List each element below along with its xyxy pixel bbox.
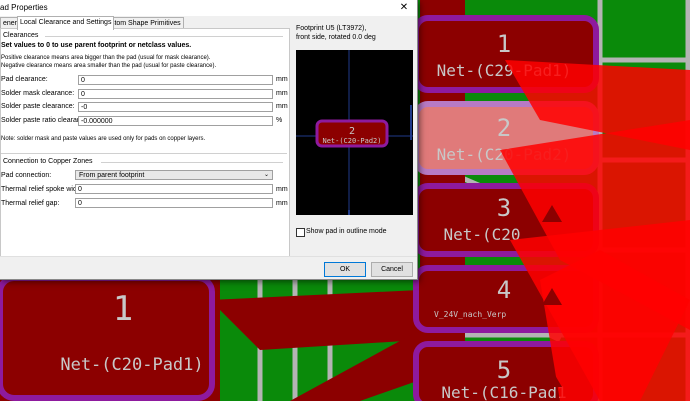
pad-clearance-label: Pad clearance: [1,76,48,83]
solder-paste-input[interactable]: -0 [78,102,273,112]
pad-large-number: 1 [113,289,133,329]
pad-connection-select[interactable]: From parent footprint ⌄ [75,170,273,180]
spoke-width-label: Thermal relief spoke width: [1,186,85,193]
zones-section-title: Connection to Copper Zones [3,158,93,165]
pad-4-net: V_24V_nach_Verp [434,310,506,319]
section-divider [1,153,287,154]
solder-mask-label: Solder mask clearance: [1,90,75,97]
preview-pad-net: Net-(C20-Pad2) [322,137,381,145]
pad-preview: 2 Net-(C20-Pad2) [296,50,413,215]
solder-mask-unit: mm [276,90,288,97]
dialog-title: ad Properties [0,3,48,12]
copper-layers-note: Note: solder mask and paste values are u… [1,136,206,142]
show-outline-checkbox[interactable] [296,228,305,237]
paste-ratio-input[interactable]: -0.000000 [78,116,273,126]
pad-2-number: 2 [497,114,511,142]
pad-clearance-unit: mm [276,76,288,83]
pad-3-number: 3 [497,194,511,222]
clearance-note-negative: Negative clearance means area smaller th… [1,63,217,69]
solder-mask-input[interactable]: 0 [78,89,273,99]
relief-gap-input[interactable]: 0 [75,198,273,208]
tab-local-clearance[interactable]: Local Clearance and Settings [17,16,115,30]
paste-ratio-label: Solder paste ratio clearance: [1,117,91,124]
relief-gap-label: Thermal relief gap: [1,200,60,207]
footer-divider [0,256,417,257]
clearance-note-positive: Positive clearance means area bigger tha… [1,55,211,61]
spoke-width-unit: mm [276,186,288,193]
paste-ratio-unit: % [276,117,283,124]
pad-preview-canvas: 2 Net-(C20-Pad2) [296,50,413,215]
pad-4-number: 4 [497,276,511,304]
cancel-button[interactable]: Cancel [371,262,413,277]
pad-connection-value: From parent footprint [79,172,145,179]
section-divider [45,36,283,37]
title-bar[interactable]: ad Properties ✕ [0,0,417,16]
footprint-info-line2: front side, rotated 0.0 deg [296,34,376,41]
pad-large[interactable] [0,275,215,401]
clearances-section-title: Clearances [3,32,39,39]
pad-3-net: Net-(C20 [443,225,520,244]
preview-pad-number: 2 [349,126,355,137]
pad-connection-label: Pad connection: [1,172,52,179]
chevron-down-icon: ⌄ [263,172,269,178]
pad-clearance-input[interactable]: 0 [78,75,273,85]
solder-paste-label: Solder paste clearance: [1,103,75,110]
tab-panel: Clearances Set values to 0 to use parent… [0,28,290,257]
pad-properties-dialog: ad Properties ✕ eneral Local Clearance a… [0,0,418,280]
clearances-heading: Set values to 0 to use parent footprint … [1,42,192,49]
section-divider [101,162,283,163]
footprint-info-line1: Footprint U5 (LT3972), [296,25,367,32]
close-icon[interactable]: ✕ [391,0,417,16]
pad-1-number: 1 [497,30,511,58]
pad-5-number: 5 [497,356,511,384]
spoke-width-input[interactable]: 0 [75,184,273,194]
solder-paste-unit: mm [276,103,288,110]
show-outline-label: Show pad in outline mode [306,228,387,235]
ok-button[interactable]: OK [324,262,366,277]
pad-large-net: Net-(C20-Pad1) [60,355,203,375]
relief-gap-unit: mm [276,200,288,207]
